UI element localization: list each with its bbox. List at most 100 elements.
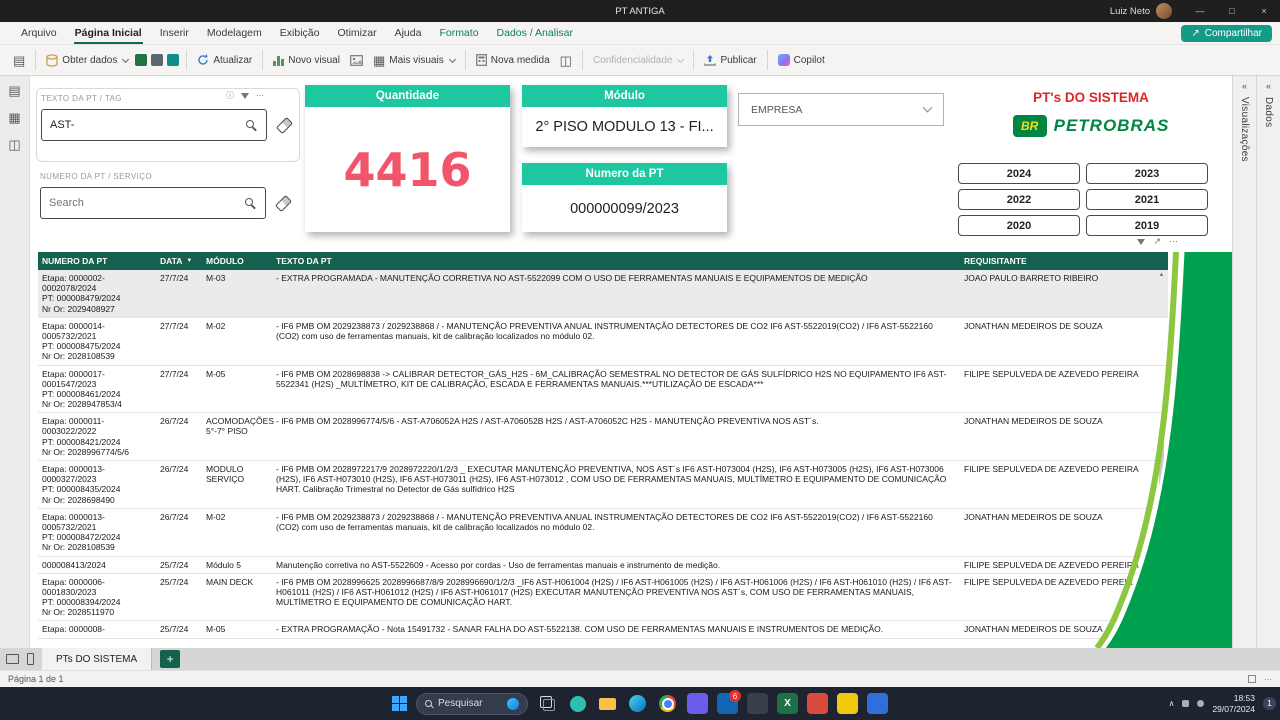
more-visuals-button[interactable]: ▦ Mais visuais (368, 51, 460, 70)
year-button[interactable]: 2019 (1086, 215, 1208, 236)
excel-datasource-icon[interactable] (135, 54, 148, 66)
menu-item[interactable]: Inserir (151, 22, 198, 44)
app-red-icon[interactable] (807, 693, 828, 714)
avatar[interactable] (1156, 3, 1172, 19)
app-dark-icon[interactable] (747, 693, 768, 714)
model-view-icon[interactable]: ◫ (8, 138, 20, 151)
empresa-dropdown[interactable]: EMPRESA (738, 93, 944, 126)
excel-icon[interactable]: X (777, 693, 798, 714)
menu-item[interactable]: Página Inicial (66, 22, 151, 44)
table-row[interactable]: Etapa: 0000002- 0002078/2024 PT: 0000084… (38, 270, 1168, 318)
maximize-button[interactable]: □ (1216, 0, 1248, 22)
pane-visualizações[interactable]: « Visualizações (1232, 76, 1256, 648)
new-visual-button[interactable]: Novo visual (268, 52, 345, 69)
refresh-button[interactable]: Atualizar (192, 51, 257, 69)
image-button[interactable] (345, 52, 368, 69)
account-name[interactable]: Luiz Neto (1110, 6, 1150, 17)
taskbar-search[interactable]: Pesquisar (416, 692, 528, 715)
dataverse-datasource-icon[interactable] (167, 54, 180, 66)
expand-pane-icon[interactable]: « (1266, 81, 1271, 91)
column-header[interactable]: NUMERO DA PT (38, 252, 156, 270)
table-row[interactable]: Etapa: 0000013- 0005732/2021 PT: 0000084… (38, 509, 1168, 557)
notification-badge[interactable]: 1 (1263, 697, 1276, 710)
petrobras-wordmark: PETROBRAS (1053, 116, 1170, 135)
mobile-view-icon[interactable] (27, 653, 34, 665)
menu-item[interactable]: Otimizar (328, 22, 385, 44)
table-row[interactable]: Etapa: 0000011- 0003022/2022 PT: 0000084… (38, 413, 1168, 461)
fit-to-page-icon[interactable] (1248, 675, 1256, 683)
task-view-icon[interactable] (537, 693, 558, 714)
app-blue-icon[interactable] (867, 693, 888, 714)
start-button[interactable] (392, 696, 407, 711)
column-header[interactable]: MÓDULO (202, 252, 272, 270)
menu-item[interactable]: Arquivo (12, 22, 66, 44)
table-row[interactable]: 000008413/2024 25/7/24 Módulo 5 Manutenção … (38, 557, 1168, 574)
menu-item[interactable]: Modelagem (198, 22, 271, 44)
page-tab[interactable]: PTs DO SISTEMA (42, 648, 153, 670)
numero-search-input[interactable] (49, 197, 229, 209)
publish-button[interactable]: Publicar (699, 51, 761, 69)
window-title: PT ANTIGA (615, 5, 665, 17)
powerbi-icon[interactable] (837, 693, 858, 714)
get-data-button[interactable]: Obter dados (41, 51, 133, 70)
column-header[interactable]: TEXTO DA PT (272, 252, 960, 270)
add-page-button[interactable]: + (160, 650, 181, 668)
scroll-up-icon[interactable]: ▲ (1159, 272, 1165, 278)
texto-search-input[interactable] (50, 119, 230, 131)
volume-icon[interactable] (1197, 700, 1205, 707)
zoom-options-icon[interactable]: ⋯ (1264, 675, 1272, 684)
texto-search-box[interactable] (41, 109, 267, 141)
chat-icon[interactable] (567, 693, 588, 714)
table-row[interactable]: Etapa: 0000013- 0000327/2023 PT: 0000084… (38, 461, 1168, 509)
year-button[interactable]: 2022 (958, 189, 1080, 210)
scroll-down-icon[interactable]: ▼ (1159, 638, 1165, 644)
table-row[interactable]: Etapa: 0000017- 0001547/2023 PT: 0000084… (38, 366, 1168, 414)
menu-item[interactable]: Exibição (271, 22, 329, 44)
app-purple-icon[interactable] (687, 693, 708, 714)
share-button[interactable]: ↗ Compartilhar (1181, 25, 1272, 42)
focus-mode-icon[interactable]: ↗ (1153, 236, 1161, 247)
powerbi-window: PT ANTIGA Luiz Neto — □ × Arquivo Página … (0, 0, 1280, 720)
sql-datasource-icon[interactable] (151, 54, 164, 66)
minimize-button[interactable]: — (1184, 0, 1216, 22)
edge-icon[interactable] (627, 693, 648, 714)
card-title: Quantidade (305, 85, 510, 107)
clear-selections-icon[interactable] (275, 194, 292, 212)
cell-modulo: ACOMODAÇÕES 5°-7° PISO (206, 416, 275, 437)
close-button[interactable]: × (1248, 0, 1280, 22)
clock[interactable]: 18:53 29/07/2024 (1212, 693, 1255, 714)
table-row[interactable]: Etapa: 0000008- 25/7/24 M-05 - EXTRA PROGRA… (38, 621, 1168, 639)
menu-item[interactable]: Dados / Analisar (488, 22, 582, 44)
new-measure-button[interactable]: Nova medida (471, 51, 555, 69)
quick-measure-button[interactable]: ◫ (555, 51, 577, 70)
tray-expand-icon[interactable]: ∧ (1169, 699, 1175, 708)
expand-pane-icon[interactable]: « (1242, 81, 1247, 91)
column-header[interactable]: REQUISITANTE (960, 252, 1168, 270)
chrome-icon[interactable] (657, 693, 678, 714)
pane-dados[interactable]: « Dados (1256, 76, 1280, 648)
desktop-view-icon[interactable] (6, 654, 19, 664)
year-button[interactable]: 2023 (1086, 163, 1208, 184)
table-row[interactable]: Etapa: 0000014- 0005732/2021 PT: 0000084… (38, 318, 1168, 366)
taskbar-center: Pesquisar 6 X (392, 690, 888, 715)
mail-icon[interactable]: 6 (717, 690, 741, 714)
file-explorer-icon[interactable] (597, 693, 618, 714)
table-scrollbar[interactable]: ▲ ▼ (1157, 272, 1166, 644)
more-options-icon[interactable]: ⋯ (1169, 236, 1178, 247)
filter-funnel-icon[interactable] (1137, 238, 1146, 245)
menu-item[interactable]: Formato (430, 22, 487, 44)
menu-item[interactable]: Ajuda (386, 22, 431, 44)
network-icon[interactable] (1182, 700, 1190, 707)
scrollbar-thumb[interactable] (1159, 428, 1164, 488)
table-view-icon[interactable]: ▦ (8, 111, 20, 124)
copilot-button[interactable]: Copilot (773, 51, 830, 69)
year-button[interactable]: 2020 (958, 215, 1080, 236)
year-button[interactable]: 2024 (958, 163, 1080, 184)
clear-selections-icon[interactable] (276, 116, 293, 134)
paste-button[interactable]: ▤ (8, 51, 30, 70)
table-row[interactable]: Etapa: 0000006- 0001830/2023 PT: 0000083… (38, 574, 1168, 622)
report-view-icon[interactable]: ▤ (8, 84, 20, 97)
column-header[interactable]: DATA ▼ (156, 252, 202, 270)
year-button[interactable]: 2021 (1086, 189, 1208, 210)
numero-search-box[interactable] (40, 187, 266, 219)
